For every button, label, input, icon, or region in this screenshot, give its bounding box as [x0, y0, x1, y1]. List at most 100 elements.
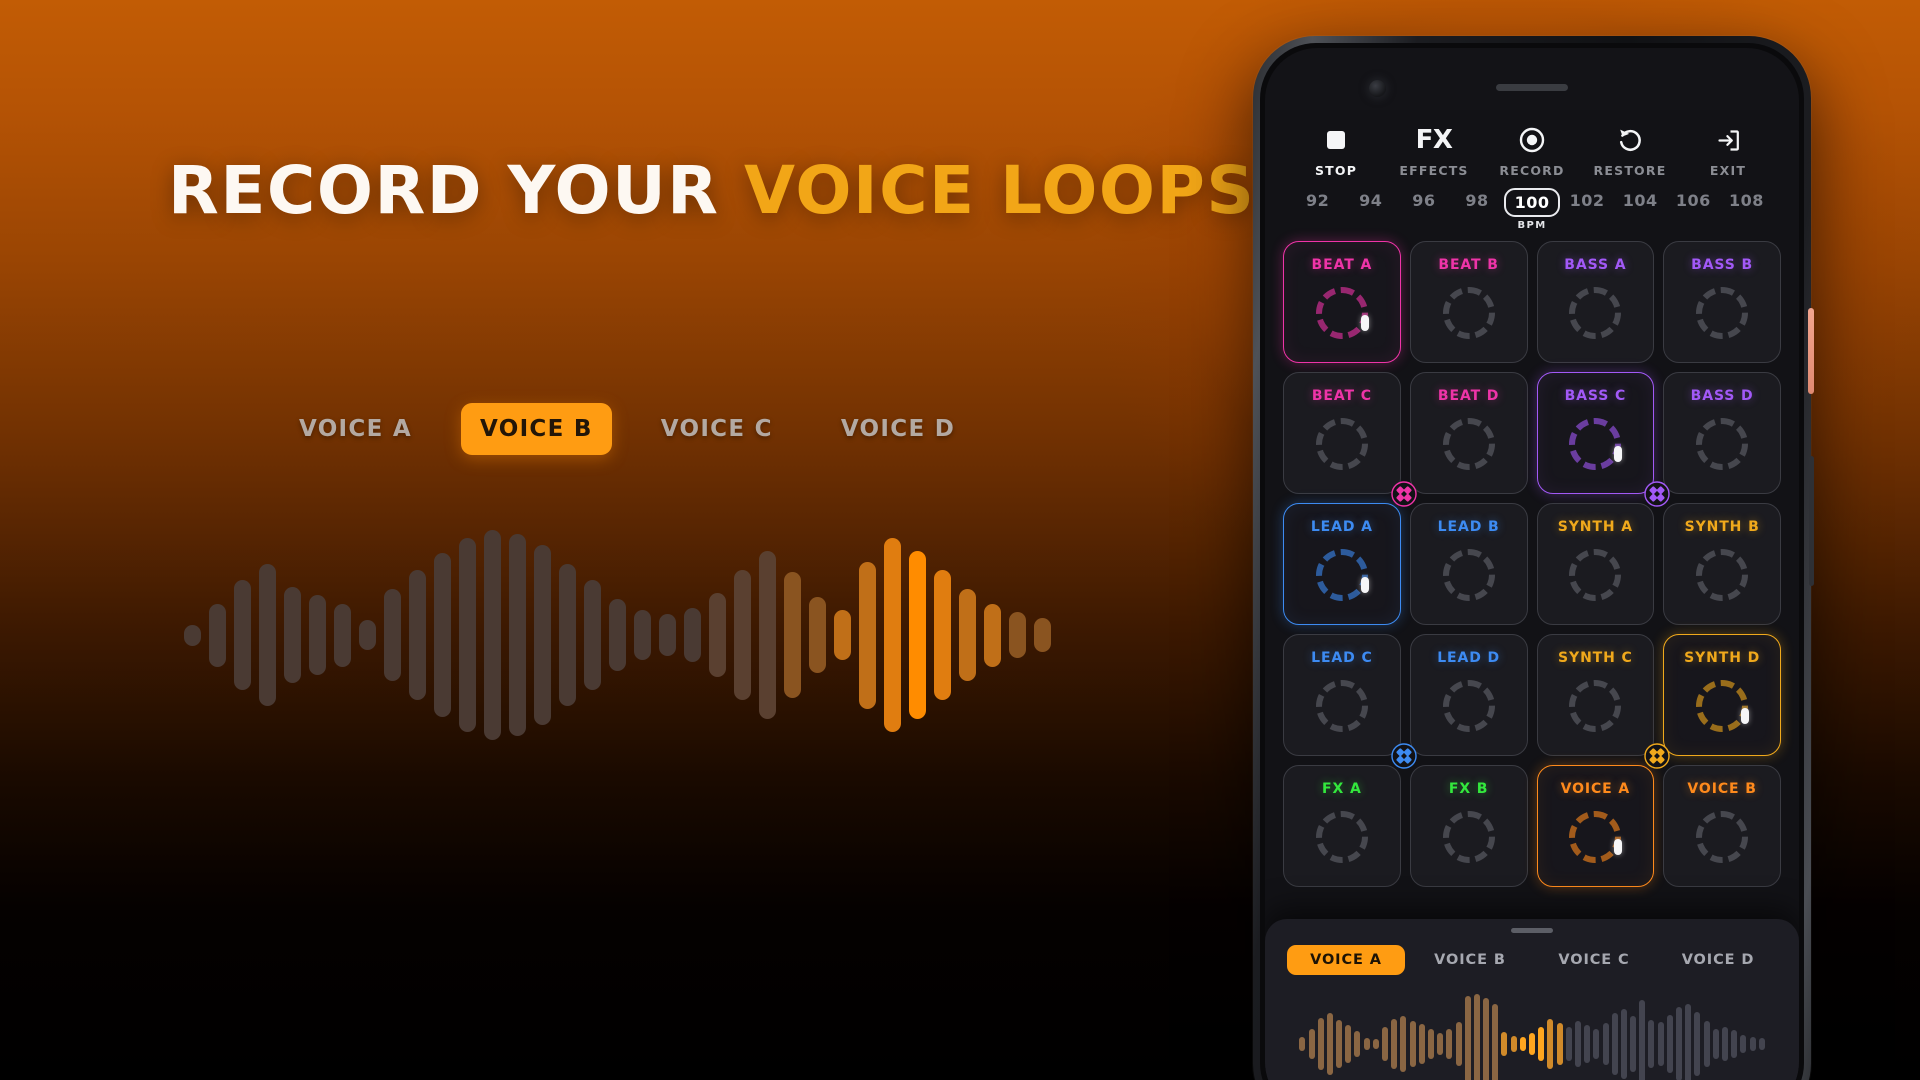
pad-lead-c[interactable]: LEAD C [1283, 634, 1417, 769]
pad-link-group-icon[interactable] [1391, 481, 1417, 507]
waveform-bar [934, 569, 951, 701]
pad-knob[interactable] [1696, 811, 1749, 863]
sheet-waveform-bar [1455, 1021, 1462, 1066]
pad-lead-d[interactable]: LEAD D [1409, 634, 1528, 756]
bpm-option[interactable]: 102 [1560, 188, 1613, 213]
bpm-option[interactable]: 96 [1397, 188, 1450, 213]
pad-knob[interactable] [1442, 680, 1495, 732]
bpm-option-selected[interactable]: 100 [1503, 188, 1561, 217]
pad-knob[interactable] [1569, 811, 1623, 863]
pad-synth-b[interactable]: SYNTH B [1663, 503, 1781, 625]
pad-voice-a[interactable]: VOICE A [1536, 765, 1655, 887]
pad-knob[interactable] [1442, 287, 1495, 339]
pad-label: SYNTH B [1684, 519, 1760, 535]
pad-bass-c[interactable]: BASS C [1536, 372, 1670, 507]
bpm-option[interactable]: 108 [1720, 188, 1773, 213]
sheet-tab-voice-d[interactable]: VOICE D [1659, 945, 1777, 975]
sheet-tab-voice-a[interactable]: VOICE A [1287, 945, 1405, 975]
pad-knob[interactable] [1696, 680, 1750, 732]
pad-knob-ring [1442, 418, 1495, 470]
pad-fx-b[interactable]: FX B [1409, 765, 1528, 887]
pad-synth-a[interactable]: SYNTH A [1536, 503, 1655, 625]
pad-synth-d[interactable]: SYNTH D [1663, 634, 1781, 756]
pad-knob[interactable] [1315, 811, 1368, 863]
pad-label: BEAT A [1311, 257, 1373, 273]
sheet-tab-voice-b[interactable]: VOICE B [1411, 945, 1529, 975]
pad-beat-c[interactable]: BEAT C [1283, 372, 1417, 507]
pad-label: VOICE B [1687, 781, 1757, 797]
bpm-option[interactable]: 92 [1291, 188, 1344, 213]
pad-link-group-icon[interactable] [1644, 743, 1670, 769]
pad-knob-ring [1315, 418, 1368, 470]
pad-knob[interactable] [1696, 549, 1749, 601]
toolbar-exit-button[interactable]: EXIT [1689, 124, 1767, 178]
sheet-waveform-bar [1391, 1018, 1398, 1069]
toolbar-stop-button[interactable]: STOP [1297, 124, 1375, 178]
pad-beat-d[interactable]: BEAT D [1409, 372, 1528, 494]
pad-knob-ring [1696, 287, 1749, 339]
sheet-waveform[interactable] [1275, 991, 1789, 1080]
pad-knob-indicator [1360, 315, 1369, 331]
pad-link-group-icon[interactable] [1391, 743, 1417, 769]
pad-lead-a[interactable]: LEAD A [1283, 503, 1401, 625]
pad-knob[interactable] [1569, 418, 1623, 470]
pad-knob-ring [1696, 549, 1749, 601]
bpm-option[interactable]: 94 [1344, 188, 1397, 213]
voice-tab-voice-c[interactable]: VOICE C [642, 403, 792, 455]
pad-knob[interactable] [1696, 287, 1749, 339]
waveform-bar [459, 538, 476, 732]
waveform-bar [234, 580, 251, 690]
bpm-option[interactable]: 98 [1450, 188, 1503, 213]
pad-knob[interactable] [1315, 680, 1368, 732]
sheet-waveform-bar [1345, 1024, 1352, 1063]
pad-knob-ring [1696, 680, 1749, 732]
sheet-waveform-bar [1648, 1019, 1655, 1068]
pad-knob[interactable] [1442, 418, 1495, 470]
pad-knob[interactable] [1696, 418, 1749, 470]
bpm-option[interactable]: 104 [1614, 188, 1667, 213]
pad-knob[interactable] [1315, 418, 1368, 470]
pad-knob[interactable] [1569, 680, 1622, 732]
sheet-waveform-bar [1731, 1029, 1738, 1058]
pad-label: BASS B [1691, 257, 1754, 273]
pad-bass-b[interactable]: BASS B [1663, 241, 1781, 363]
sheet-waveform-bar [1501, 1031, 1508, 1056]
pad-knob[interactable] [1442, 549, 1495, 601]
record-circle-icon [1518, 124, 1546, 156]
toolbar-restore-button[interactable]: RESTORE [1591, 124, 1669, 178]
bpm-option[interactable]: 106 [1667, 188, 1720, 213]
sheet-waveform-bar [1372, 1038, 1379, 1049]
phone-power-button[interactable] [1808, 308, 1814, 394]
pad-knob[interactable] [1569, 287, 1622, 339]
pad-link-group-icon[interactable] [1644, 481, 1670, 507]
voice-tab-voice-b[interactable]: VOICE B [461, 403, 612, 455]
toolbar-effects-button[interactable]: FX EFFECTS [1395, 124, 1473, 178]
voice-tab-voice-a[interactable]: VOICE A [280, 403, 431, 455]
voice-tab-voice-d[interactable]: VOICE D [822, 403, 974, 455]
toolbar-record-button[interactable]: RECORD [1493, 124, 1571, 178]
hero-waveform[interactable] [180, 520, 1060, 750]
pad-bass-a[interactable]: BASS A [1536, 241, 1655, 363]
sheet-tab-voice-c[interactable]: VOICE C [1535, 945, 1653, 975]
pad-label: BEAT D [1437, 388, 1500, 404]
phone-volume-button[interactable] [1809, 456, 1814, 586]
pad-lead-b[interactable]: LEAD B [1409, 503, 1528, 625]
voice-bottom-sheet: VOICE A VOICE B VOICE C VOICE D [1265, 919, 1799, 1080]
pad-label: LEAD A [1310, 519, 1373, 535]
pad-voice-b[interactable]: VOICE B [1663, 765, 1781, 887]
pad-bass-d[interactable]: BASS D [1663, 372, 1781, 494]
pad-beat-a[interactable]: BEAT A [1283, 241, 1401, 363]
pad-beat-b[interactable]: BEAT B [1409, 241, 1528, 363]
pad-knob-ring [1315, 549, 1368, 601]
waveform-bar [759, 551, 776, 719]
pad-knob[interactable] [1442, 811, 1495, 863]
sheet-waveform-bar [1418, 1023, 1425, 1064]
pad-knob[interactable] [1315, 287, 1369, 339]
toolbar-item-label: RECORD [1499, 163, 1565, 178]
pad-knob[interactable] [1569, 549, 1622, 601]
pad-synth-c[interactable]: SYNTH C [1536, 634, 1670, 769]
pad-knob[interactable] [1315, 549, 1369, 601]
pad-fx-a[interactable]: FX A [1283, 765, 1401, 887]
pad-label: BEAT C [1311, 388, 1372, 404]
pad-label: FX B [1448, 781, 1489, 797]
